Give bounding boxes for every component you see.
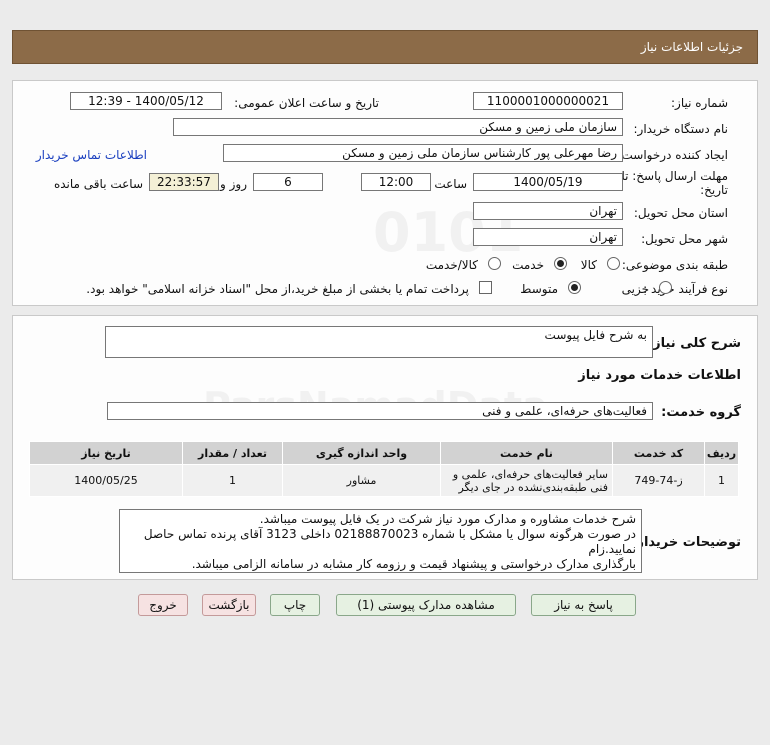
remaining-time-field: 22:33:57 xyxy=(149,173,219,191)
process-label: نوع فرآیند خرید : xyxy=(643,282,728,296)
col-row: ردیف xyxy=(704,441,739,465)
province-label: استان محل تحویل: xyxy=(633,206,728,220)
col-service-code: کد خدمت xyxy=(612,441,705,465)
buyer-org-label: نام دستگاه خریدار: xyxy=(633,122,729,136)
col-quantity: تعداد / مقدار xyxy=(182,441,283,465)
buyer-contact-link[interactable]: اطلاعات تماس خریدار xyxy=(36,148,147,162)
days-field: 6 xyxy=(253,173,323,191)
remaining-label: ساعت باقی مانده xyxy=(53,177,143,191)
cell-row: 1 xyxy=(704,464,739,497)
treasury-payment-checkbox[interactable] xyxy=(479,281,492,294)
buyer-desc-line-3: بارگذاری مدارک درخواستی و پیشنهاد قیمت و… xyxy=(191,557,636,571)
process-radio-minor[interactable] xyxy=(659,281,672,294)
print-button[interactable]: چاپ xyxy=(270,594,320,616)
province-field: تهران xyxy=(473,202,623,220)
need-number-label: شماره نیاز: xyxy=(671,96,728,110)
buyer-desc-field: شرح خدمات مشاوره و مدارک مورد نیاز شرکت … xyxy=(119,509,642,573)
cell-need-date: 1400/05/25 xyxy=(29,464,183,497)
services-heading: اطلاعات خدمات مورد نیاز xyxy=(578,368,741,383)
table-row: 1 ز-74-749 سایر فعالیت‌های حرفه‌ای، علمی… xyxy=(29,464,739,497)
reply-button[interactable]: پاسخ به نیاز xyxy=(531,594,636,616)
requester-field: رضا مهرعلی پور کارشناس سازمان ملی زمین و… xyxy=(223,144,623,162)
deadline-label-1: مهلت ارسال پاسخ: تا xyxy=(621,169,728,183)
back-button[interactable]: بازگشت xyxy=(202,594,256,616)
category-option-goods: کالا xyxy=(580,258,597,272)
buyer-desc-label: توضیحات خریدار: xyxy=(631,535,741,550)
category-label: طبقه بندی موضوعی: xyxy=(621,258,728,272)
process-radio-medium[interactable] xyxy=(568,281,581,294)
table-header-row: ردیف کد خدمت نام خدمت واحد اندازه گیری ت… xyxy=(29,441,739,465)
category-radio-service[interactable] xyxy=(554,257,567,270)
deadline-time-field: 12:00 xyxy=(361,173,431,191)
requester-label: ایجاد کننده درخواست: xyxy=(617,148,728,162)
cell-service-code: ز-74-749 xyxy=(612,464,705,497)
deadline-time-label: ساعت xyxy=(434,177,467,191)
col-need-date: تاریخ نیاز xyxy=(29,441,183,465)
service-group-label: گروه خدمت: xyxy=(661,405,741,420)
view-attachments-button[interactable]: مشاهده مدارک پیوستی (1) xyxy=(336,594,516,616)
col-unit: واحد اندازه گیری xyxy=(282,441,441,465)
exit-button[interactable]: خروج xyxy=(138,594,188,616)
page-header: جزئیات اطلاعات نیاز xyxy=(12,30,758,64)
category-option-service: خدمت xyxy=(512,258,544,272)
need-details-panel: ParsNamadData شرح کلی نیاز: به شرح فایل … xyxy=(12,315,758,580)
category-radio-goods[interactable] xyxy=(607,257,620,270)
announce-label: تاریخ و ساعت اعلان عمومی: xyxy=(234,96,379,110)
days-label: روز و xyxy=(220,177,247,191)
need-info-panel: 0101 شماره نیاز: 1100001000000021 تاریخ … xyxy=(12,80,758,306)
category-radio-goods-service[interactable] xyxy=(488,257,501,270)
services-table: ردیف کد خدمت نام خدمت واحد اندازه گیری ت… xyxy=(29,441,739,497)
summary-field: به شرح فایل پیوست xyxy=(105,326,653,358)
need-number-field: 1100001000000021 xyxy=(473,92,623,110)
deadline-label-2: تاریخ: xyxy=(700,183,728,197)
col-service-name: نام خدمت xyxy=(440,441,613,465)
cell-quantity: 1 xyxy=(182,464,283,497)
buyer-desc-line-1: شرح خدمات مشاوره و مدارک مورد نیاز شرکت … xyxy=(259,512,636,526)
city-label: شهر محل تحویل: xyxy=(641,232,728,246)
process-option-minor: جزیی xyxy=(621,282,649,296)
page-title: جزئیات اطلاعات نیاز xyxy=(640,40,743,54)
buyer-org-field: سازمان ملی زمین و مسکن xyxy=(173,118,623,136)
cell-service-name: سایر فعالیت‌های حرفه‌ای، علمی و فنی طبقه… xyxy=(440,464,613,497)
service-group-field: فعالیت‌های حرفه‌ای، علمی و فنی xyxy=(107,402,653,420)
city-field: تهران xyxy=(473,228,623,246)
cell-unit: مشاور xyxy=(282,464,441,497)
treasury-payment-note: پرداخت تمام یا بخشی از مبلغ خرید،از محل … xyxy=(86,282,469,296)
deadline-date-field: 1400/05/19 xyxy=(473,173,623,191)
announce-field: 1400/05/12 - 12:39 xyxy=(70,92,222,110)
summary-label: شرح کلی نیاز: xyxy=(647,336,741,351)
process-option-medium: متوسط xyxy=(520,282,558,296)
category-option-goods-service: کالا/خدمت xyxy=(425,258,478,272)
buyer-desc-line-2: در صورت هرگونه سوال یا مشکل با شماره 021… xyxy=(143,527,636,556)
